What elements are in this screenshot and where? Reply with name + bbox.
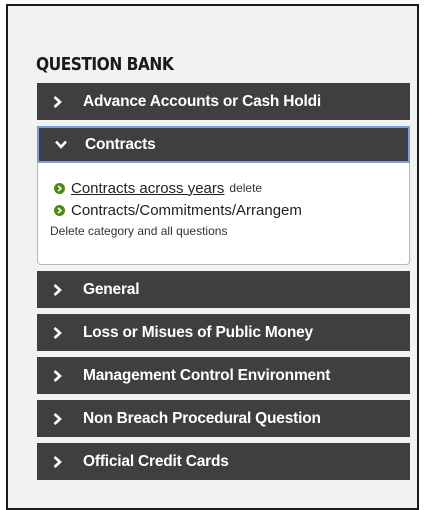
question-link[interactable]: Contracts across years [71,180,224,197]
category-label: Advance Accounts or Cash Holdi [83,92,322,110]
circle-arrow-icon [54,204,65,216]
category-label: General [83,280,140,298]
circle-arrow-icon [54,182,65,194]
chevron-right-icon [37,283,83,296]
category-label: Contracts [85,135,156,153]
category-label: Management Control Environment [83,366,331,384]
category-official-credit-cards[interactable]: Official Credit Cards [37,443,410,480]
chevron-right-icon [37,412,83,425]
category-general[interactable]: General [37,271,410,308]
question-link[interactable]: Contracts/Commitments/Arrangem [71,202,302,219]
category-advance-accounts[interactable]: Advance Accounts or Cash Holdi [37,83,410,120]
chevron-down-icon [39,140,85,149]
category-non-breach-procedural[interactable]: Non Breach Procedural Question [37,400,410,437]
question-item: Contracts across years delete [54,177,409,199]
chevron-right-icon [37,95,83,108]
category-label: Loss or Misues of Public Money [83,323,313,341]
chevron-right-icon [37,369,83,382]
contracts-panel: Contracts across years delete Contracts/… [37,163,410,265]
category-management-control[interactable]: Management Control Environment [37,357,410,394]
question-item: Contracts/Commitments/Arrangem [54,199,409,221]
category-accordion: Advance Accounts or Cash Holdi Contracts… [37,83,410,486]
delete-question-link[interactable]: delete [229,181,262,195]
category-contracts[interactable]: Contracts [37,126,410,163]
category-label: Non Breach Procedural Question [83,409,321,427]
chevron-right-icon [37,455,83,468]
category-loss-or-misuse[interactable]: Loss or Misues of Public Money [37,314,410,351]
chevron-right-icon [37,326,83,339]
category-label: Official Credit Cards [83,452,229,470]
section-title: QUESTION BANK [36,54,174,75]
delete-category-link[interactable]: Delete category and all questions [50,224,409,238]
